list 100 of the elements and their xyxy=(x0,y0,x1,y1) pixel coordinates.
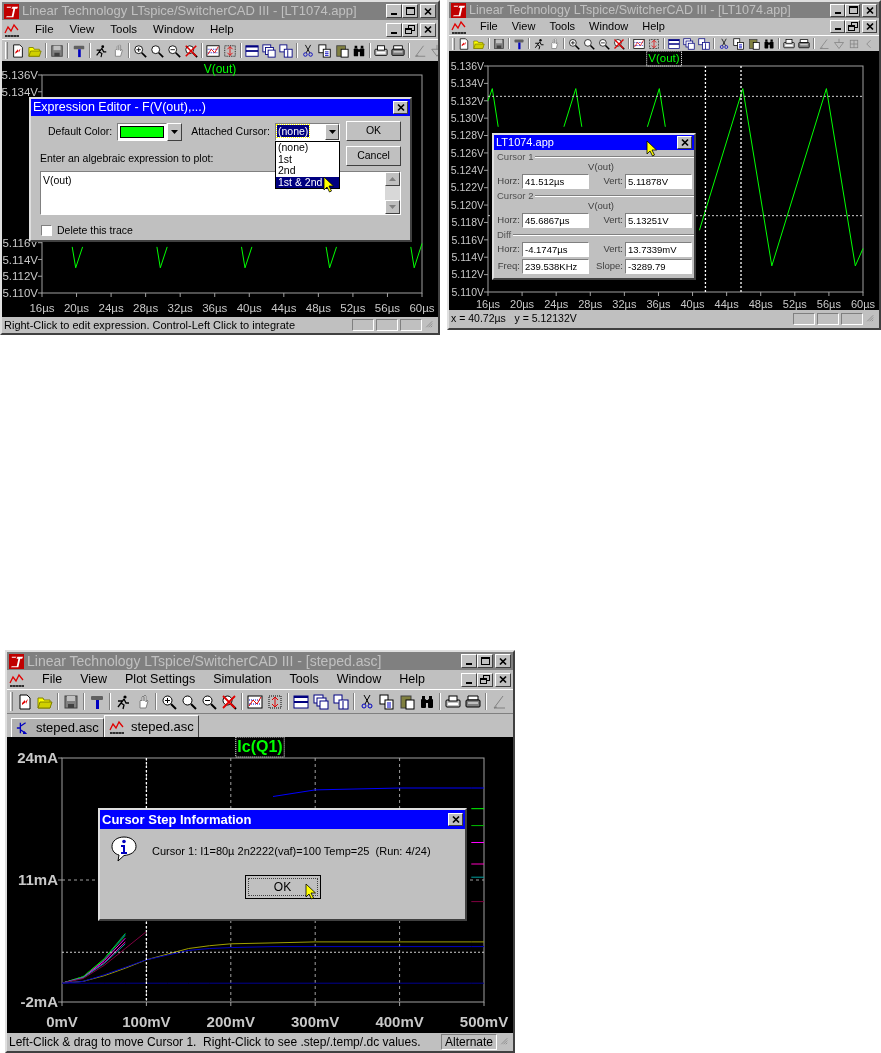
close-button[interactable] xyxy=(862,20,877,33)
print-preview-icon[interactable] xyxy=(445,693,461,710)
tile-horizontal-icon[interactable] xyxy=(245,43,259,58)
trace-label[interactable]: V(out) xyxy=(646,51,682,67)
cascade-icon[interactable] xyxy=(683,37,695,50)
autorange-icon[interactable] xyxy=(633,37,645,50)
hammer-icon[interactable] xyxy=(89,693,105,710)
menu-item[interactable]: Help xyxy=(641,18,666,35)
menu-item[interactable]: Simulation xyxy=(212,670,273,689)
minimize-button[interactable] xyxy=(461,672,477,687)
copy-icon[interactable] xyxy=(318,43,332,58)
printer-icon[interactable] xyxy=(391,43,405,58)
restore-button[interactable] xyxy=(845,20,860,33)
restore-button[interactable] xyxy=(402,22,418,37)
vertical-range-icon[interactable] xyxy=(267,693,283,710)
menu-item[interactable]: Window xyxy=(588,18,630,35)
close-button[interactable] xyxy=(495,672,511,687)
cascade-icon[interactable] xyxy=(262,43,276,58)
dialog-button[interactable]: OK xyxy=(346,121,401,141)
magnifier-icon[interactable] xyxy=(150,43,164,58)
close-button[interactable] xyxy=(862,3,877,17)
close-button[interactable] xyxy=(420,22,436,37)
close-button[interactable] xyxy=(677,136,692,149)
binoculars-icon[interactable] xyxy=(352,43,366,58)
zoom-in-icon[interactable] xyxy=(133,43,147,58)
close-button[interactable] xyxy=(448,813,463,826)
hammer-icon[interactable] xyxy=(513,37,525,50)
save-icon[interactable] xyxy=(63,693,79,710)
menu-item[interactable]: View xyxy=(510,18,537,35)
menu-item[interactable]: Tools xyxy=(109,20,139,39)
save-icon[interactable] xyxy=(493,37,505,50)
menu-item[interactable]: File xyxy=(479,18,499,35)
new-document-icon[interactable] xyxy=(458,37,470,50)
tile-vertical-icon[interactable] xyxy=(333,693,349,710)
binoculars-icon[interactable] xyxy=(419,693,435,710)
printer-icon[interactable] xyxy=(465,693,481,710)
menu-item[interactable]: View xyxy=(68,20,96,39)
scissors-icon[interactable] xyxy=(718,37,730,50)
copy-icon[interactable] xyxy=(379,693,395,710)
dropdown-option[interactable]: 1st xyxy=(276,153,339,165)
menu-item[interactable]: Tools xyxy=(548,18,577,35)
minimize-button[interactable] xyxy=(830,20,845,33)
color-dropdown[interactable] xyxy=(117,123,183,141)
autorange-icon[interactable] xyxy=(247,693,263,710)
minimize-button[interactable] xyxy=(386,22,402,37)
menu-item[interactable]: Tools xyxy=(288,670,320,689)
menu-item[interactable]: Help xyxy=(398,670,426,689)
cursor-dropdown[interactable]: (none) xyxy=(275,123,340,141)
menu-item[interactable]: Help xyxy=(209,20,235,39)
minimize-button[interactable] xyxy=(386,4,402,18)
zoom-in-icon[interactable] xyxy=(161,693,177,710)
copy-icon[interactable] xyxy=(733,37,745,50)
magnifier-icon[interactable] xyxy=(583,37,595,50)
dialog-button[interactable]: Cancel xyxy=(346,146,401,166)
dropdown-option[interactable]: (none) xyxy=(276,142,339,154)
menu-item[interactable]: Window xyxy=(152,20,195,39)
close-button[interactable] xyxy=(495,654,511,668)
maximize-button[interactable] xyxy=(402,4,418,18)
zoom-out-icon[interactable] xyxy=(167,43,181,58)
zoom-in-icon[interactable] xyxy=(568,37,580,50)
scissors-icon[interactable] xyxy=(359,693,375,710)
menu-item[interactable]: View xyxy=(79,670,109,689)
tile-vertical-icon[interactable] xyxy=(698,37,710,50)
binoculars-icon[interactable] xyxy=(763,37,775,50)
cursor-line[interactable] xyxy=(487,95,864,97)
ok-button[interactable]: OK xyxy=(244,875,321,899)
scissors-icon[interactable] xyxy=(301,43,315,58)
vertical-range-icon[interactable] xyxy=(648,37,660,50)
magnifier-icon[interactable] xyxy=(181,693,197,710)
minimize-button[interactable] xyxy=(830,3,845,17)
running-figure-icon[interactable] xyxy=(533,37,545,50)
printer-icon[interactable] xyxy=(798,37,810,50)
save-icon[interactable] xyxy=(50,43,64,58)
cursor-line[interactable] xyxy=(61,951,485,953)
tile-horizontal-icon[interactable] xyxy=(293,693,309,710)
zoom-cancel-icon[interactable] xyxy=(184,43,198,58)
hammer-icon[interactable] xyxy=(72,43,86,58)
trace-label[interactable]: Ic(Q1) xyxy=(235,737,285,758)
zoom-cancel-icon[interactable] xyxy=(221,693,237,710)
tile-horizontal-icon[interactable] xyxy=(668,37,680,50)
running-figure-icon[interactable] xyxy=(115,693,131,710)
zoom-cancel-icon[interactable] xyxy=(613,37,625,50)
trace-label[interactable]: V(out) xyxy=(203,62,237,76)
paste-icon[interactable] xyxy=(335,43,349,58)
print-preview-icon[interactable] xyxy=(374,43,388,58)
paste-icon[interactable] xyxy=(748,37,760,50)
cascade-icon[interactable] xyxy=(313,693,329,710)
minimize-button[interactable] xyxy=(461,654,477,668)
close-button[interactable] xyxy=(420,4,436,18)
maximize-button[interactable] xyxy=(477,654,493,668)
restore-button[interactable] xyxy=(477,672,493,687)
menu-item[interactable]: Window xyxy=(335,670,383,689)
close-button[interactable] xyxy=(393,101,408,114)
menu-item[interactable]: File xyxy=(41,670,64,689)
tile-vertical-icon[interactable] xyxy=(279,43,293,58)
zoom-out-icon[interactable] xyxy=(598,37,610,50)
menu-item[interactable]: File xyxy=(34,20,55,39)
print-preview-icon[interactable] xyxy=(783,37,795,50)
new-document-icon[interactable] xyxy=(17,693,33,710)
menu-item[interactable]: Plot Settings xyxy=(124,670,197,689)
